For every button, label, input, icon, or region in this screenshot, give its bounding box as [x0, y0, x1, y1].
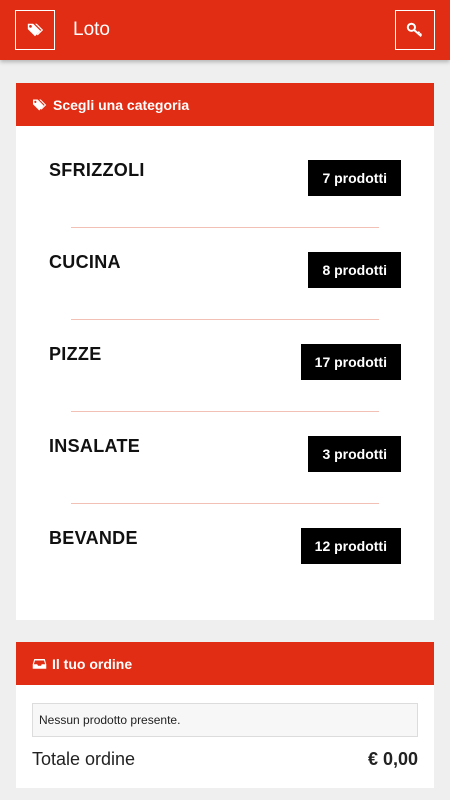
order-total-row: Totale ordine € 0,00: [32, 749, 418, 770]
category-name: INSALATE: [49, 436, 141, 456]
top-bar: Loto: [0, 0, 450, 60]
categories-panel-header: Scegli una categoria: [16, 83, 434, 126]
category-count-badge: 12 prodotti: [300, 528, 401, 564]
category-count-badge: 17 prodotti: [300, 344, 401, 380]
inbox-icon: [32, 659, 47, 669]
empty-order-message: Nessun prodotto presente.: [32, 703, 418, 737]
category-item-sfrizzoli[interactable]: SFRIZZOLI 7 prodotti: [49, 136, 401, 228]
category-count-badge: 7 prodotti: [308, 160, 401, 196]
category-name: SFRIZZOLI: [49, 160, 145, 180]
categories-panel-title: Scegli una categoria: [53, 96, 190, 113]
order-total-label: Totale ordine: [32, 749, 136, 769]
order-body: Nessun prodotto presente. Totale ordine …: [16, 685, 434, 788]
categories-panel: Scegli una categoria SFRIZZOLI 7 prodott…: [16, 83, 434, 620]
category-item-pizze[interactable]: PIZZE 17 prodotti: [49, 320, 401, 412]
category-list: SFRIZZOLI 7 prodotti CUCINA 8 prodotti P…: [16, 126, 434, 620]
login-button[interactable]: [395, 10, 435, 50]
category-name: PIZZE: [49, 344, 102, 364]
category-name: CUCINA: [49, 252, 121, 272]
order-panel: Il tuo ordine Nessun prodotto presente. …: [16, 642, 434, 788]
order-panel-title: Il tuo ordine: [52, 655, 133, 672]
tags-icon: [33, 99, 47, 110]
app-title: Loto: [73, 19, 110, 40]
category-name: BEVANDE: [49, 528, 138, 548]
key-icon: [406, 22, 423, 38]
category-item-insalate[interactable]: INSALATE 3 prodotti: [49, 412, 401, 504]
category-item-cucina[interactable]: CUCINA 8 prodotti: [49, 228, 401, 320]
category-count-badge: 8 prodotti: [308, 252, 401, 288]
categories-button[interactable]: [15, 10, 55, 50]
category-count-badge: 3 prodotti: [308, 436, 401, 472]
category-item-bevande[interactable]: BEVANDE 12 prodotti: [49, 504, 401, 596]
order-panel-header: Il tuo ordine: [16, 642, 434, 685]
tags-icon: [27, 23, 44, 37]
order-total-value: € 0,00: [367, 749, 418, 769]
